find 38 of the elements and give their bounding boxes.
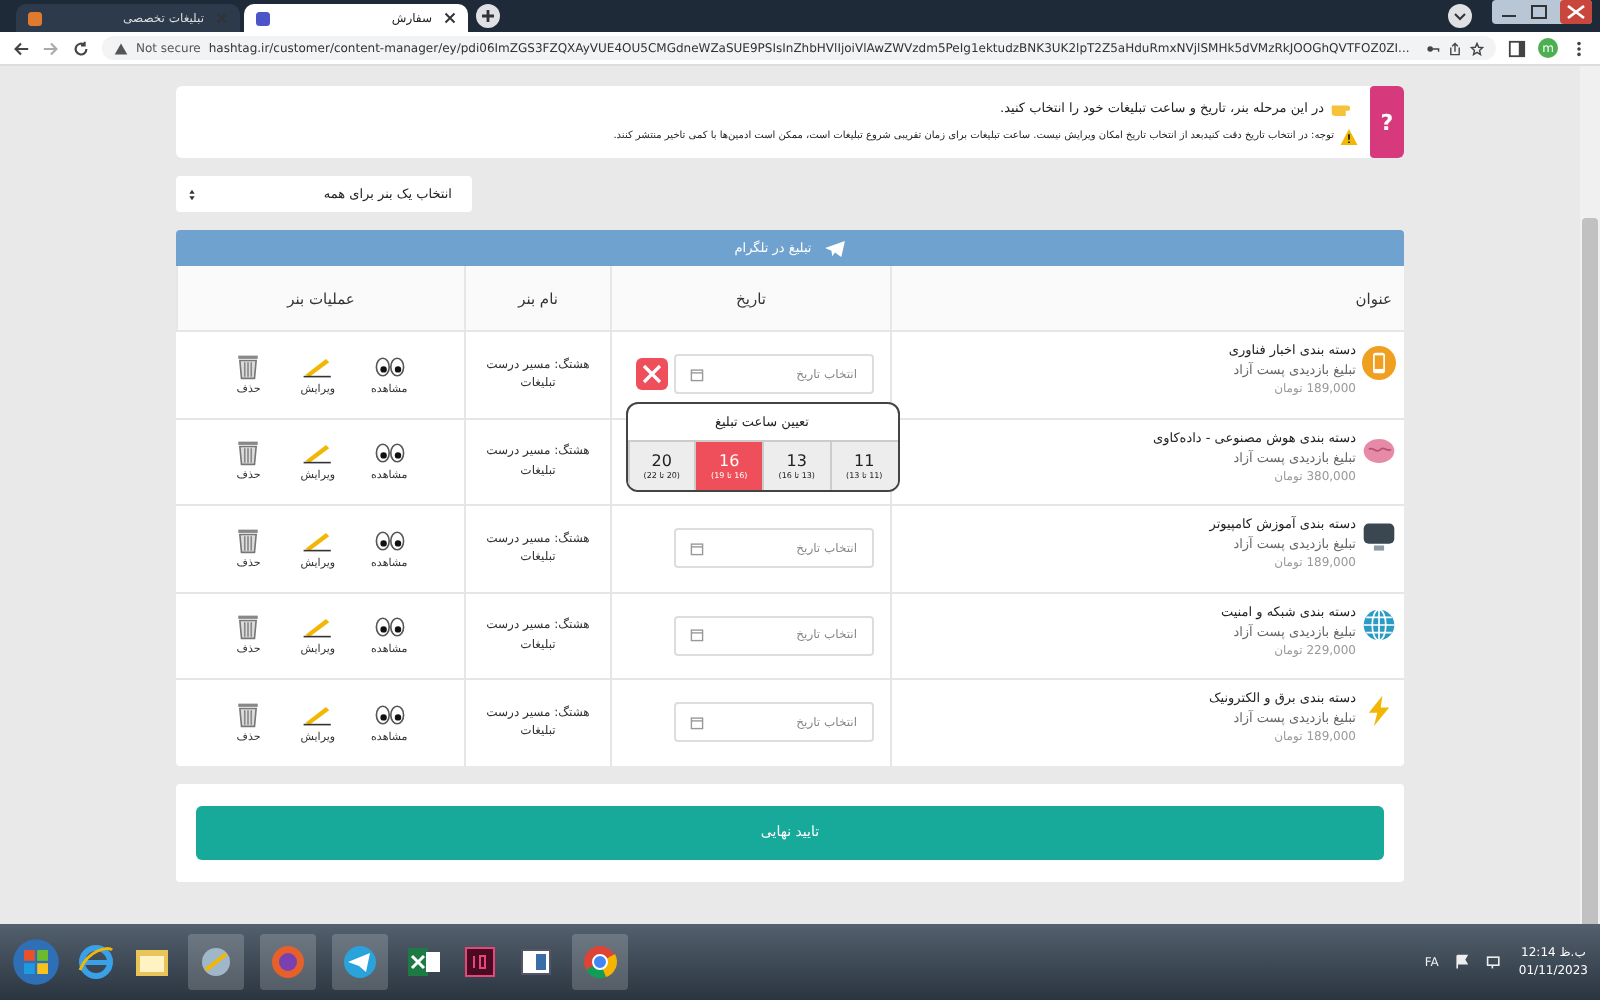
eyes-icon [373, 527, 406, 554]
favicon-icon [256, 11, 270, 25]
share-icon[interactable] [1448, 41, 1462, 55]
tab-search-icon[interactable] [1448, 4, 1472, 28]
monitor-icon [1362, 520, 1396, 554]
phone-icon [1362, 346, 1396, 380]
eyes-icon [373, 353, 406, 380]
calendar-icon [689, 715, 703, 730]
paper-plane-app-icon[interactable] [332, 934, 388, 990]
warning-icon [1340, 127, 1358, 145]
eyes-icon [373, 701, 406, 728]
clear-date-button[interactable] [635, 358, 667, 391]
reload-icon[interactable] [72, 39, 90, 57]
help-badge: ? [1370, 86, 1404, 158]
flag-icon[interactable] [1454, 954, 1471, 970]
eyes-icon [373, 614, 406, 641]
calendar-icon [689, 628, 703, 643]
eyes-icon [373, 440, 406, 467]
design-app-icon[interactable] [460, 942, 500, 982]
globe-icon [1362, 607, 1396, 641]
window-controls-icon[interactable] [1492, 0, 1592, 24]
calendar-icon [689, 541, 703, 556]
back-icon[interactable] [12, 39, 30, 57]
close-icon[interactable] [444, 12, 456, 24]
new-tab-icon[interactable] [476, 4, 500, 28]
star-icon[interactable] [1470, 41, 1484, 55]
calendar-icon [689, 367, 703, 382]
side-panel-icon[interactable] [1508, 39, 1526, 57]
favicon-icon [28, 11, 42, 25]
paper-plane-icon [823, 239, 846, 257]
browser-e-icon[interactable] [76, 942, 116, 982]
warning-icon [114, 41, 128, 55]
spreadsheet-icon[interactable] [404, 942, 444, 982]
key-icon[interactable] [1426, 41, 1440, 55]
sort-arrows-icon [188, 187, 196, 201]
scrollbar[interactable] [1580, 66, 1600, 924]
network-icon[interactable] [1486, 954, 1503, 970]
start-button[interactable] [12, 938, 60, 986]
